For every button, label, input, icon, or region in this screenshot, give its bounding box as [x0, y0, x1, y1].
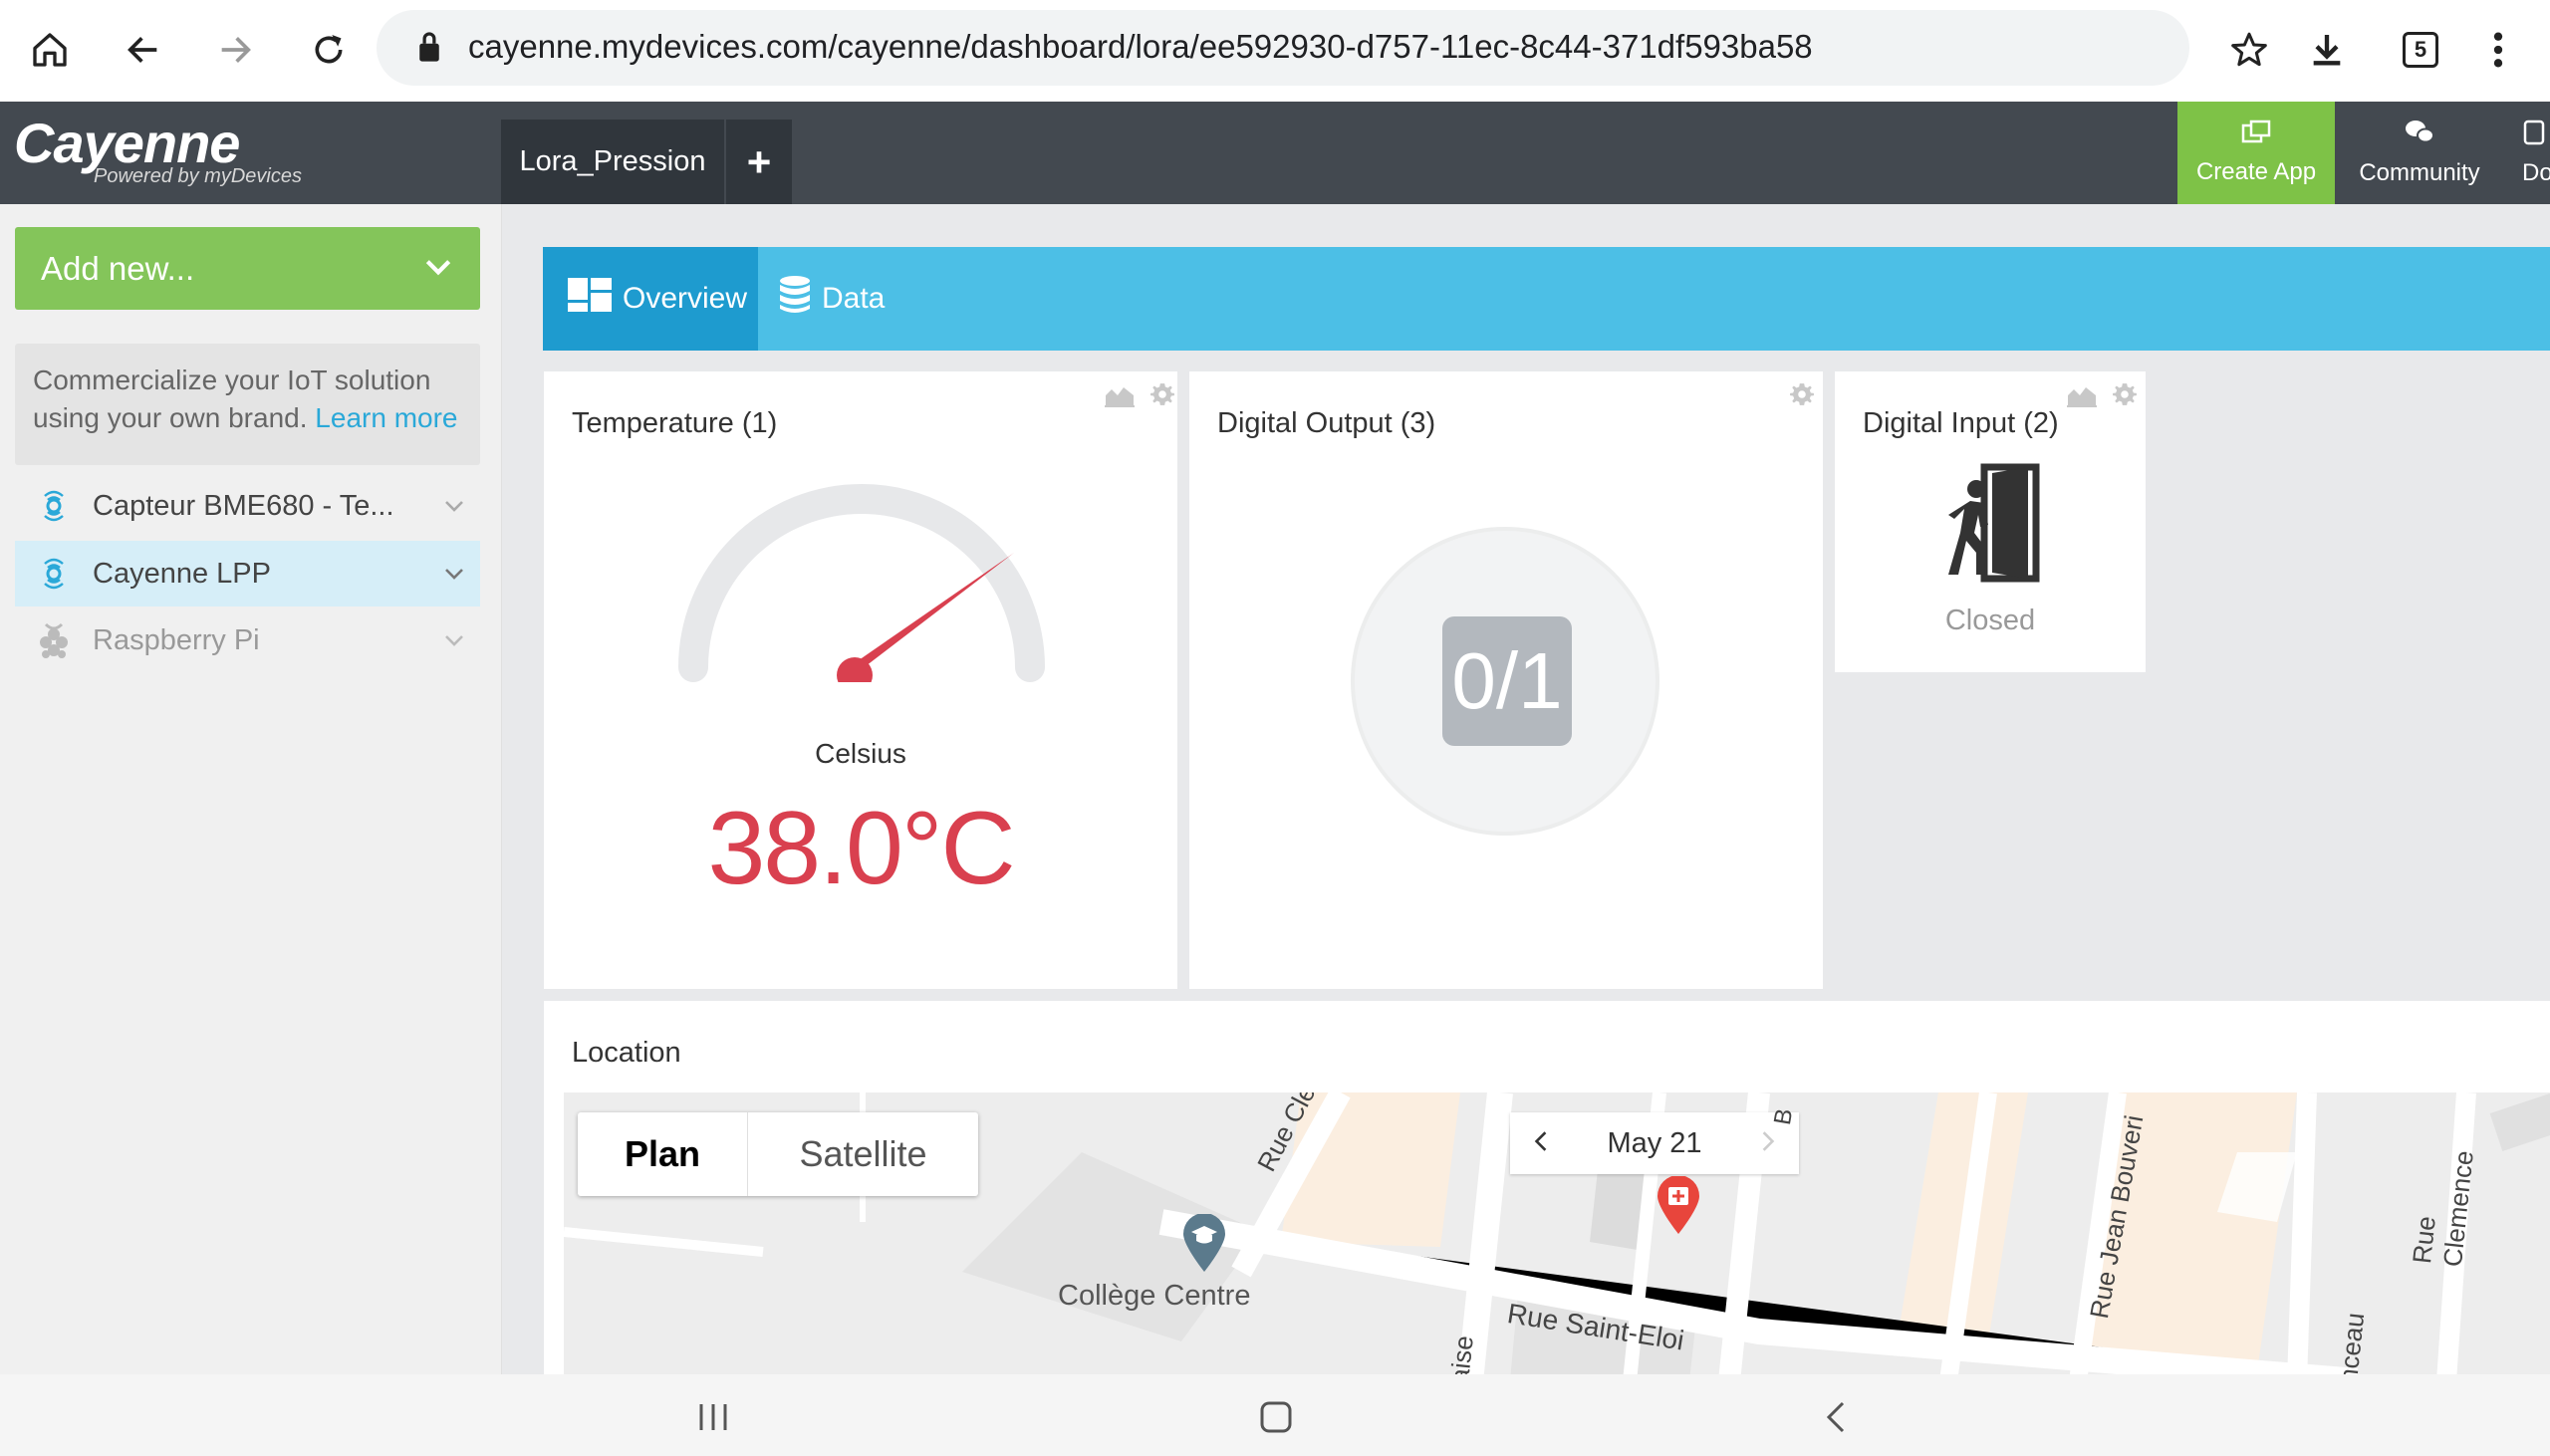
date-label: May 21: [1607, 1126, 1702, 1159]
download-icon[interactable]: [2299, 22, 2355, 78]
url-text: cayenne.mydevices.com/cayenne/dashboard/…: [468, 28, 1813, 65]
tab-overview[interactable]: Overview: [543, 247, 758, 351]
add-new-label: Add new...: [41, 249, 195, 287]
chart-icon[interactable]: [2066, 381, 2098, 412]
tab-overview-label: Overview: [623, 282, 748, 315]
chevron-down-icon[interactable]: [440, 561, 468, 594]
unit-label: Celsius: [815, 738, 906, 769]
gear-icon[interactable]: [1149, 381, 1175, 412]
device-label: Raspberry Pi: [93, 623, 260, 656]
digital-output-widget: Digital Output (3) 0/1: [1189, 371, 1823, 989]
date-picker: May 21: [1510, 1112, 1799, 1174]
device-item-raspberry-pi[interactable]: Raspberry Pi: [15, 607, 480, 673]
browser-toolbar: cayenne.mydevices.com/cayenne/dashboard/…: [0, 0, 2550, 102]
location-widget: Location Plan Satellite May 21 Collège C…: [544, 1001, 2550, 1381]
location-pin-icon[interactable]: [1656, 1176, 1701, 1236]
recent-apps-icon[interactable]: [697, 1402, 729, 1437]
tab-lora-pression[interactable]: Lora_Pression: [501, 120, 724, 204]
home-icon[interactable]: [22, 22, 78, 78]
gear-icon[interactable]: [1789, 381, 1815, 412]
create-app-button[interactable]: Create App: [2177, 102, 2335, 204]
view-tabs: Overview Data: [543, 247, 2550, 351]
promo-box: Commercialize your IoT solution using yo…: [15, 344, 480, 465]
dashboard-main: Overview Data Temperature (1) Celsius 38…: [502, 204, 2550, 1381]
docs-label: Do: [2522, 159, 2550, 186]
output-value: 0/1: [1442, 616, 1572, 746]
star-icon[interactable]: [2221, 22, 2277, 78]
community-button[interactable]: Community: [2341, 102, 2498, 204]
chevron-down-icon[interactable]: [440, 493, 468, 526]
map-plan-button[interactable]: Plan: [578, 1112, 747, 1196]
create-app-label: Create App: [2195, 158, 2317, 185]
app-header: Cayenne Powered by myDevices Lora_Pressi…: [0, 102, 2550, 204]
system-nav-bar: [0, 1374, 2550, 1456]
chart-icon[interactable]: [1104, 381, 1136, 412]
docs-icon: [2522, 119, 2546, 153]
lora-icon: [15, 482, 93, 530]
lora-icon: [15, 550, 93, 598]
map-satellite-button[interactable]: Satellite: [747, 1112, 978, 1196]
temperature-widget: Temperature (1) Celsius 38.0°C: [544, 371, 1177, 989]
back-arrow-icon[interactable]: [116, 22, 171, 78]
chat-bubbles-icon: [2404, 119, 2435, 153]
tab-count: 5: [2403, 32, 2438, 68]
tab-data[interactable]: Data: [778, 247, 885, 351]
school-marker-icon: [1183, 1214, 1225, 1272]
chevron-right-icon[interactable]: [1759, 1130, 1777, 1157]
widget-title: Digital Input (2): [1863, 407, 2059, 439]
door-closed-icon: [1948, 463, 2040, 583]
add-new-button[interactable]: Add new...: [15, 227, 480, 310]
back-icon[interactable]: [1823, 1400, 1847, 1439]
create-app-icon: [2241, 120, 2271, 152]
gear-icon[interactable]: [2112, 381, 2138, 412]
home-button-icon[interactable]: [1259, 1400, 1293, 1439]
widget-title: Location: [572, 1037, 681, 1069]
forward-arrow-icon[interactable]: [207, 22, 263, 78]
learn-more-link[interactable]: Learn more: [315, 402, 457, 433]
tab-switcher-icon[interactable]: 5: [2393, 22, 2448, 78]
temperature-value: 38.0°C: [707, 791, 1015, 906]
chevron-left-icon[interactable]: [1532, 1130, 1550, 1157]
map-type-control: Plan Satellite: [578, 1112, 978, 1196]
widget-title: Digital Output (3): [1217, 407, 1436, 439]
device-item-capteur-bme680[interactable]: Capteur BME680 - Te...: [15, 473, 480, 539]
chevron-down-icon: [422, 251, 454, 291]
widget-title: Temperature (1): [572, 407, 778, 439]
database-icon: [778, 275, 812, 323]
digital-input-widget: Digital Input (2) Closed: [1835, 371, 2146, 672]
chevron-down-icon[interactable]: [440, 627, 468, 660]
sidebar: Add new... Commercialize your IoT soluti…: [0, 204, 502, 1374]
input-state: Closed: [1944, 605, 2036, 636]
device-item-cayenne-lpp[interactable]: Cayenne LPP: [15, 541, 480, 607]
reload-icon[interactable]: [301, 22, 357, 78]
add-tab-button[interactable]: +: [726, 120, 792, 204]
community-label: Community: [2359, 159, 2480, 186]
device-label: Capteur BME680 - Te...: [93, 489, 394, 522]
map[interactable]: Plan Satellite May 21 Collège Centre Rue…: [564, 1092, 2550, 1381]
tab-data-label: Data: [822, 282, 886, 315]
address-bar[interactable]: cayenne.mydevices.com/cayenne/dashboard/…: [377, 10, 2189, 86]
map-label-college: Collège Centre: [1058, 1280, 1251, 1312]
lock-icon: [416, 30, 442, 69]
dashboard-icon: [567, 277, 613, 321]
raspberry-pi-icon: [15, 618, 93, 662]
docs-button[interactable]: Do: [2510, 102, 2550, 204]
cayenne-logo[interactable]: Cayenne Powered by myDevices: [14, 116, 302, 188]
more-menu-icon[interactable]: [2470, 22, 2526, 78]
device-label: Cayenne LPP: [93, 557, 271, 590]
temperature-gauge: [678, 484, 1045, 682]
